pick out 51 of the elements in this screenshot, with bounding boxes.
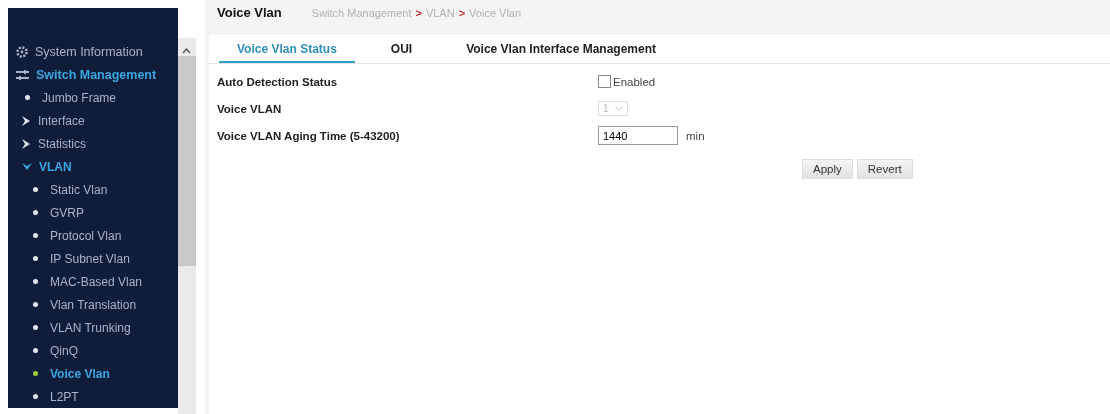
bullet-icon (33, 256, 38, 261)
page-title: Voice Vlan (217, 5, 282, 20)
sidebar-item[interactable]: Jumbo Frame (8, 86, 178, 109)
sidebar-item[interactable]: Vlan Translation (8, 293, 178, 316)
settings-icon (16, 45, 28, 58)
sidebar-item[interactable]: GVRP (8, 201, 178, 224)
tab[interactable]: Voice Vlan Status (219, 35, 355, 63)
field-label: Voice VLAN Aging Time (5-43200) (217, 129, 401, 142)
bullet-icon (33, 279, 38, 284)
chevron-down-icon (22, 162, 32, 171)
sidebar-item[interactable]: Statistics (8, 132, 178, 155)
bullet-icon (33, 302, 38, 307)
sidebar-item[interactable]: L2PT (8, 385, 178, 408)
sidebar-item[interactable]: MAC-Based Vlan (8, 270, 178, 293)
checkbox-label: Enabled (613, 75, 656, 88)
sidebar-item[interactable]: IP Subnet Vlan (8, 247, 178, 270)
chevron-right-icon (22, 138, 31, 149)
sidebar-item[interactable]: VLAN (8, 155, 178, 178)
chevron-down-icon (614, 106, 623, 111)
scroll-up-icon[interactable] (182, 48, 191, 54)
bullet-icon (33, 187, 38, 192)
bullet-icon (33, 325, 38, 330)
bullet-icon (33, 348, 38, 353)
bullet-icon (25, 95, 30, 100)
tab[interactable]: OUI (372, 35, 431, 63)
bullet-icon (33, 233, 38, 238)
sidebar-item[interactable]: Switch Management (8, 63, 178, 86)
input-field[interactable]: 1440 (598, 126, 678, 145)
scrollbar-thumb[interactable] (178, 56, 196, 266)
sidebar-item[interactable]: QinQ (8, 339, 178, 362)
sidebar-item[interactable]: Voice Vlan (8, 362, 178, 385)
scrollbar[interactable] (178, 38, 196, 414)
sidebar-item[interactable]: Protocol Vlan (8, 224, 178, 247)
breadcrumb: Switch Management > VLAN > Voice Vlan (311, 7, 522, 19)
action-button[interactable]: Apply (802, 159, 853, 179)
sidebar-item[interactable]: System Information (8, 40, 178, 63)
field-label: Auto Detection Status (217, 75, 339, 88)
bullet-icon (33, 394, 38, 399)
bullet-icon (33, 371, 38, 376)
select-field: 1 (598, 101, 628, 116)
chevron-right-icon (22, 115, 31, 126)
unit-label: min (686, 129, 705, 142)
sliders-icon (16, 69, 29, 80)
sidebar-item[interactable]: Interface (8, 109, 178, 132)
field-label: Voice VLAN (217, 102, 283, 115)
tab[interactable]: Voice Vlan Interface Management (448, 35, 674, 63)
sidebar-item[interactable]: Static Vlan (8, 178, 178, 201)
bullet-icon (33, 210, 38, 215)
action-button[interactable]: Revert (856, 159, 913, 179)
checkbox[interactable] (598, 75, 611, 88)
sidebar-item[interactable]: VLAN Trunking (8, 316, 178, 339)
